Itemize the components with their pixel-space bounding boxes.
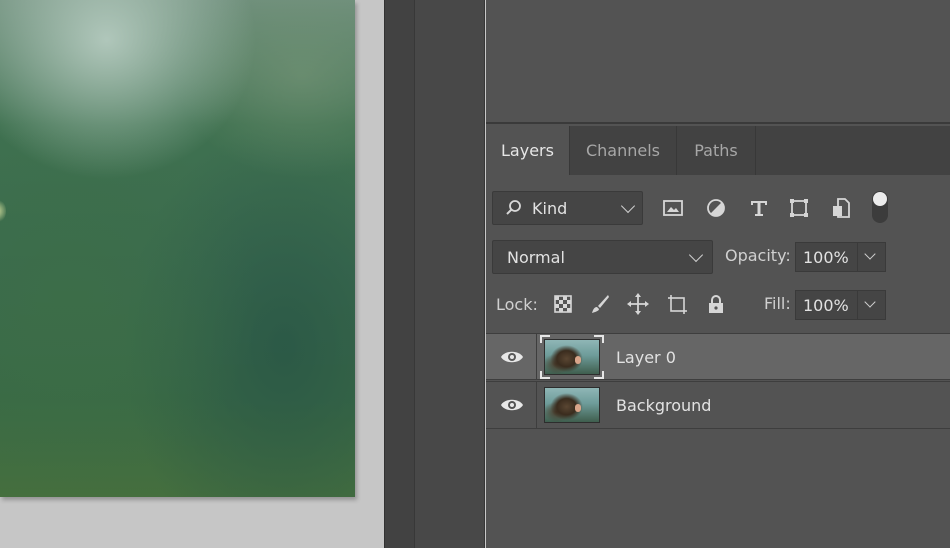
filter-kind-dropdown[interactable]: Kind	[492, 191, 643, 225]
eye-icon	[501, 399, 523, 411]
document-image[interactable]	[0, 0, 355, 497]
layer-name[interactable]: Layer 0	[616, 348, 676, 367]
lock-position-icon[interactable]	[626, 292, 650, 316]
layer-name[interactable]: Background	[616, 396, 711, 415]
eye-icon	[501, 351, 523, 363]
visibility-toggle[interactable]	[486, 382, 537, 428]
smart-object-filter-icon[interactable]	[829, 196, 853, 220]
shape-filter-icon[interactable]	[787, 196, 811, 220]
blend-mode-value: Normal	[507, 248, 565, 267]
light-spot	[0, 198, 6, 224]
tools-dock-edge	[384, 0, 414, 548]
adjustment-filter-icon[interactable]	[704, 196, 728, 220]
chevron-down-icon	[620, 198, 636, 214]
opacity-value: 100%	[803, 248, 849, 267]
lock-image-pixels-icon[interactable]	[588, 292, 612, 316]
lock-artboard-icon[interactable]	[665, 292, 689, 316]
opacity-field[interactable]: 100%	[795, 242, 886, 272]
tab-channels[interactable]: Channels	[570, 126, 677, 175]
chevron-down-icon	[864, 248, 876, 260]
opacity-dropdown-button[interactable]	[857, 243, 885, 271]
fill-label: Fill:	[764, 294, 791, 313]
toggle-knob	[873, 192, 887, 206]
lock-transparent-pixels-icon[interactable]	[551, 292, 575, 316]
type-filter-icon[interactable]	[747, 196, 771, 220]
filter-toggle[interactable]	[872, 191, 888, 223]
fill-field[interactable]: 100%	[795, 290, 886, 320]
layer-row[interactable]: Layer 0	[486, 333, 950, 380]
layer-thumbnail[interactable]	[544, 339, 600, 375]
upper-panel	[486, 0, 950, 124]
blend-mode-dropdown[interactable]: Normal	[492, 240, 713, 274]
thumbnail-detail	[575, 404, 581, 412]
opacity-label: Opacity:	[725, 246, 791, 265]
thumbnail-detail	[575, 356, 581, 364]
image-filter-icon[interactable]	[661, 196, 685, 220]
collapsed-panel-dock	[414, 0, 485, 548]
layer-row[interactable]: Background	[486, 381, 950, 429]
layer-thumbnail[interactable]	[544, 387, 600, 423]
panel-tabbar: Layers Channels Paths	[486, 126, 950, 175]
lock-all-icon[interactable]	[704, 292, 728, 316]
tab-layers[interactable]: Layers	[486, 126, 570, 175]
search-icon	[506, 200, 521, 215]
lock-label: Lock:	[496, 295, 538, 314]
chevron-down-icon	[864, 296, 876, 308]
photoshop-workspace: Layers Channels Paths Kind Normal Opacit…	[0, 0, 950, 548]
layers-panel: Layers Channels Paths Kind Normal Opacit…	[486, 0, 950, 548]
fill-value: 100%	[803, 296, 849, 315]
chevron-down-icon	[688, 247, 704, 263]
fill-dropdown-button[interactable]	[857, 291, 885, 319]
visibility-toggle[interactable]	[486, 334, 537, 379]
filter-kind-label: Kind	[532, 199, 568, 218]
canvas-area[interactable]	[0, 0, 384, 548]
tab-paths[interactable]: Paths	[677, 126, 756, 175]
